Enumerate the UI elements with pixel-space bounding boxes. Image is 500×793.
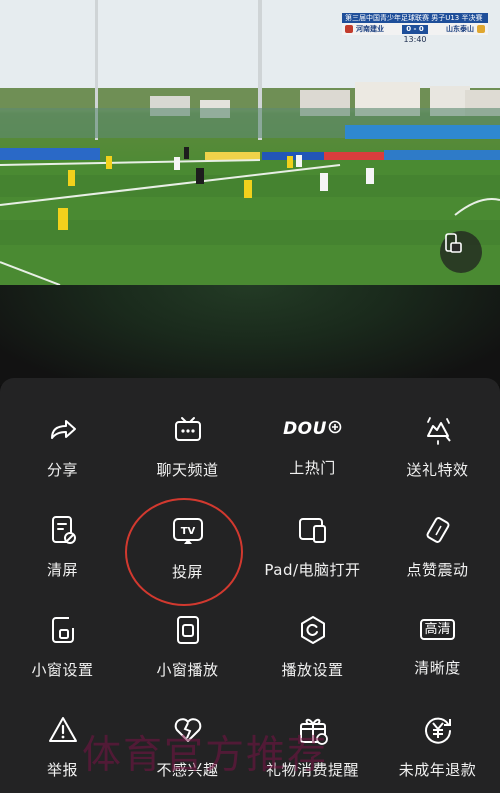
gift-reminder-icon [296,714,330,746]
minor-refund-icon [421,714,455,746]
minor-refund-label: 未成年退款 [398,761,477,779]
device-rotate-icon [445,233,462,253]
mini-window-settings-button[interactable]: 小窗设置 [0,578,125,679]
boost-popular-label: 上热门 [289,459,336,477]
live-video-player[interactable]: 第三届中国青少年足球联赛 男子U13 半决赛 河南建业 0 - 0 山东泰山 1… [0,0,500,285]
quality-button[interactable]: 高清 清晰度 [375,578,500,678]
gift-spending-reminder-button[interactable]: 礼物消费提醒 [250,678,375,779]
share-icon [46,414,80,446]
clear-screen-label: 清屏 [46,561,78,579]
not-interested-icon [171,714,205,746]
gift-effect-button[interactable]: 送礼特效 [375,378,500,479]
minor-refund-button[interactable]: 未成年退款 [375,678,500,779]
gift-spending-reminder-label: 礼物消费提醒 [265,761,359,779]
video-background-fade [0,285,500,385]
away-team-name: 山东泰山 [446,24,474,33]
clear-screen-icon [46,514,80,546]
report-icon [46,714,80,746]
gift-effect-icon [421,414,455,446]
playback-settings-icon [296,614,330,646]
like-vibration-label: 点赞震动 [406,561,469,579]
mini-window-settings-icon [46,614,80,646]
score-value: 0 - 0 [402,24,428,34]
like-vibration-button[interactable]: 点赞震动 [375,478,500,579]
chat-channel-button[interactable]: 聊天频道 [125,378,250,479]
gift-effect-label: 送礼特效 [406,461,469,479]
pad-pc-icon [296,514,330,546]
scoreboard-event-title: 第三届中国青少年足球联赛 男子U13 半决赛 [342,13,488,23]
mini-window-play-label: 小窗播放 [156,661,219,679]
chat-tv-icon [171,414,205,446]
match-clock: 13:40 [403,35,427,44]
clear-screen-button[interactable]: 清屏 [0,478,125,579]
open-on-pad-pc-label: Pad/电脑打开 [264,561,361,579]
report-button[interactable]: 举报 [0,678,125,779]
quality-icon: 高清 [419,614,457,644]
chat-channel-label: 聊天频道 [156,461,219,479]
not-interested-label: 不感兴趣 [156,761,219,779]
report-label: 举报 [46,761,78,779]
dou-plus-icon: DOU [283,414,343,444]
not-interested-button[interactable]: 不感兴趣 [125,678,250,779]
boost-popular-button[interactable]: DOU 上热门 [250,378,375,478]
mini-window-play-icon [171,614,205,646]
highlight-circle-annotation [125,498,243,606]
switch-device-button[interactable] [440,231,482,273]
share-label: 分享 [46,461,78,479]
home-team-name: 河南建业 [356,24,384,33]
scoreboard: 第三届中国青少年足球联赛 男子U13 半决赛 河南建业 0 - 0 山东泰山 1… [342,13,488,49]
mini-window-settings-label: 小窗设置 [31,661,94,679]
more-options-sheet: 分享 聊天频道 DOU 上热门 送礼特效 清屏 TV 投屏 Pad/电脑打开 点… [0,378,500,793]
dou-plus-icon-text: DOU [283,419,327,439]
open-on-pad-pc-button[interactable]: Pad/电脑打开 [250,478,375,579]
home-team-crest-icon [345,25,353,33]
quality-label: 清晰度 [414,659,461,677]
playback-settings-label: 播放设置 [281,661,344,679]
share-button[interactable]: 分享 [0,378,125,479]
playback-settings-button[interactable]: 播放设置 [250,578,375,679]
vibrate-icon [421,514,455,546]
quality-icon-text: 高清 [420,618,455,640]
away-team-crest-icon [477,25,485,33]
